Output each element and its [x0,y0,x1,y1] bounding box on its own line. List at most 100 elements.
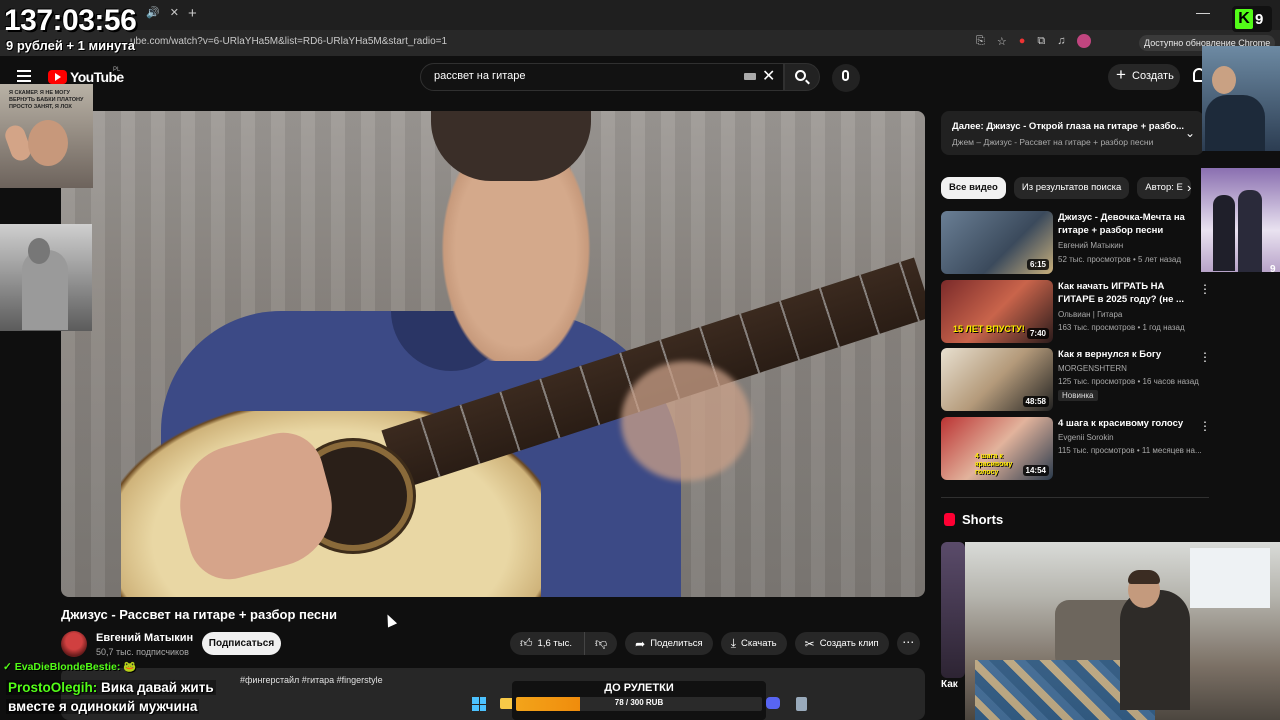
recommendation-channel[interactable]: MORGENSHTERN [1058,364,1127,373]
shorts-caption[interactable]: Как [941,679,958,690]
recommendation-meta: 163 тыс. просмотров • 1 год назад [1058,323,1185,332]
overlay-face [28,120,68,166]
dislike-button[interactable]: 👎︎ [584,632,618,655]
recommendation-item[interactable]: 15 ЛЕТ ВПУСТУ! 7:40 Как начать ИГРАТЬ НА… [941,280,1211,344]
keyboard-icon[interactable] [744,73,756,80]
playlist-next-title[interactable]: Далее: Джизус - Открой глаза на гитаре +… [952,121,1184,132]
recommendation-thumbnail[interactable]: 48:58 [941,348,1053,411]
recommendation-title[interactable]: Как я вернулся к Богу [1058,348,1198,361]
extensions-puzzle-icon[interactable]: ⧉ [1037,35,1045,48]
clear-search-icon[interactable]: ✕ [762,66,775,86]
thumbnail-caption: 15 ЛЕТ ВПУСТУ! [953,324,1025,334]
emote-icon: 🐸 [123,661,137,673]
recommendation-channel[interactable]: Евгений Матыкин [1058,241,1123,250]
download-button[interactable]: ⤓ Скачать [720,632,787,655]
search-input[interactable]: рассвет на гитаре [434,70,525,82]
recommendation-item[interactable]: 4 шага к красивому голосу 14:54 4 шага к… [941,417,1211,481]
chat-username: ProstoOlegih: [8,680,98,695]
recommendation-title[interactable]: 4 шага к красивому голосу [1058,417,1198,430]
overlay-head [28,238,50,264]
chat-message: ✓ EvaDieBlondeBestie: 🐸 [3,660,136,673]
thumbs-up-icon: 👍︎ [520,636,533,650]
thumbs-down-icon: 👎︎ [594,636,608,650]
video-right-hand [621,361,751,481]
video-title: Джизус - Рассвет на гитаре + разбор песн… [61,607,338,622]
share-icon: ➦ [635,636,646,651]
address-bar-icons: ⎘ ☆ ● ⧉ ♫ [976,34,1092,48]
windows-start-icon[interactable] [472,697,486,711]
microphone-icon[interactable] [842,70,849,81]
subscribe-button[interactable]: Подписаться [202,632,281,655]
minimize-button[interactable]: — [1196,4,1210,20]
discord-icon[interactable] [766,697,780,709]
recommendation-thumbnail[interactable]: 4 шага к красивому голосу 14:54 [941,417,1053,480]
stream-timer-rate: 9 рублей + 1 минута [6,38,135,53]
stream-timer: 137:03:56 [4,4,137,37]
chip-from-search[interactable]: Из результатов поиска [1013,177,1130,199]
chat-text: Вика давай жить [101,680,214,695]
more-actions-button[interactable]: ⋯ [896,632,920,655]
chevron-down-icon[interactable]: ⌄ [1185,126,1195,140]
media-icon[interactable]: ♫ [1057,35,1065,47]
video-duration: 48:58 [1022,396,1049,407]
kick-logo-icon: K [1235,9,1253,29]
recommendation-thumbnail[interactable]: 6:15 [941,211,1053,274]
region-code: PL [113,67,121,73]
menu-icon[interactable] [17,70,31,82]
recommendation-thumbnail[interactable]: 15 ЛЕТ ВПУСТУ! 7:40 [941,280,1053,343]
clip-label: Создать клип [819,638,879,649]
shorts-heading: Shorts [962,512,1004,527]
install-icon[interactable]: ⎘ [976,35,985,48]
new-tab-button[interactable]: + [188,5,197,22]
shorts-thumbnail[interactable] [941,542,965,678]
chat-text: вместе я одинокий мужчина [6,699,200,714]
description-hashtags[interactable]: #фингерстайл #гитара #fingerstyle [240,675,383,685]
video-duration: 14:54 [1022,465,1049,476]
share-label: Поделиться [650,638,703,649]
clip-button[interactable]: ✂ Создать клип [794,632,889,655]
channel-name[interactable]: Евгений Матыкин [96,632,193,644]
extension-red-icon[interactable]: ● [1019,35,1026,47]
share-button[interactable]: ➦ Поделиться [625,632,713,655]
video-player[interactable] [61,111,925,597]
bookmark-star-icon[interactable]: ☆ [997,35,1007,48]
mouse-cursor [382,612,398,628]
more-options-icon[interactable]: ⋮ [1199,350,1211,364]
chip-author[interactable]: Автор: Е [1137,177,1191,199]
recommendation-item[interactable]: 48:58 Как я вернулся к Богу MORGENSHTERN… [941,348,1211,412]
overlay-sign-text: Я СКАМЕР. Я НЕ МОГУ ВЕРНУТЬ БАБКИ ПЛАТОН… [9,90,84,110]
like-button[interactable]: 👍︎ 1,6 тыс. [510,632,585,655]
chevron-right-icon[interactable]: › [1187,180,1191,195]
kick-badge-icon: ✓ [3,661,12,673]
url-text[interactable]: ube.com/watch?v=6-URlaYHa5M&list=RD6-URl… [130,36,447,47]
search-icon[interactable] [795,70,806,81]
playlist-subtitle: Джем – Джизус - Рассвет на гитаре + разб… [952,137,1154,147]
video-actions: 👍︎ 1,6 тыс. 👎︎ ➦ Поделиться ⤓ Скачать ✂ … [510,632,920,655]
playlist-panel[interactable] [941,111,1204,155]
plus-icon[interactable]: + [1116,66,1126,84]
recommendation-title[interactable]: Джизус - Девочка-Мечта на гитаре + разбо… [1058,211,1198,237]
streamer-hair [1128,570,1160,584]
calculator-icon[interactable] [796,697,807,711]
recommendation-title[interactable]: Как начать ИГРАТЬ НА ГИТАРЕ в 2025 году?… [1058,280,1198,306]
scissors-icon: ✂ [804,636,815,651]
video-duration: 6:15 [1026,259,1049,270]
download-label: Скачать [741,638,777,649]
overlay-face [1212,66,1236,94]
more-options-icon[interactable]: ⋮ [1199,282,1211,296]
overlay-body [22,250,68,330]
filter-chips: Все видео Из результатов поиска Автор: Е [941,177,1191,199]
chip-all-videos[interactable]: Все видео [941,177,1006,199]
close-tab-icon[interactable]: ✕ [170,6,179,19]
tab-controls[interactable]: 🔊 ✕ [146,6,179,19]
recommendation-meta: 52 тыс. просмотров • 5 лет назад [1058,255,1182,264]
audio-icon[interactable]: 🔊 [146,6,160,19]
channel-avatar[interactable] [61,631,87,657]
recommendation-item[interactable]: 6:15 Джизус - Девочка-Мечта на гитаре + … [941,211,1211,275]
recommendation-channel[interactable]: Ольвиан | Гитара [1058,310,1122,319]
profile-avatar[interactable] [1077,34,1092,48]
more-options-icon[interactable]: ⋮ [1199,419,1211,433]
chat-message: ProstoOlegih: Вика давай жить вместе я о… [6,678,236,716]
recommendation-channel[interactable]: Evgenii Sorokin [1058,433,1114,442]
overlay-person [1213,195,1235,271]
